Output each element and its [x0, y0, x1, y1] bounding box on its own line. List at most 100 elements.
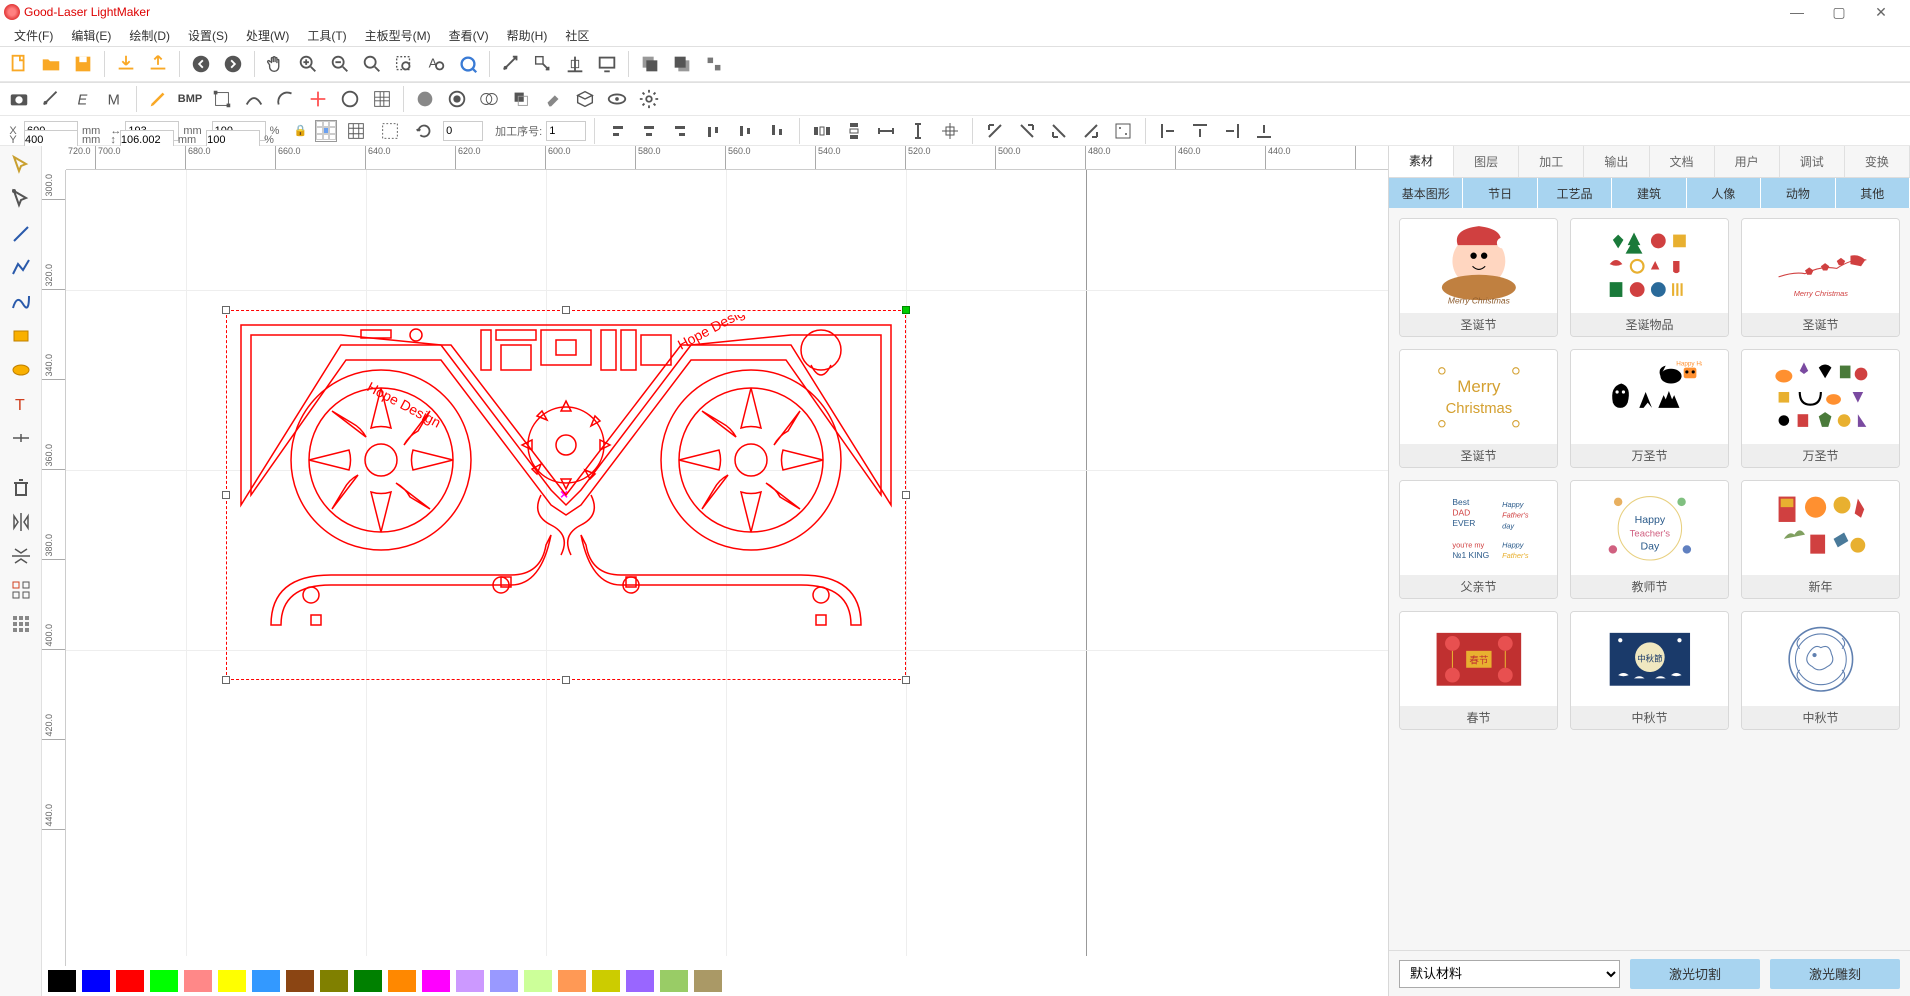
- cat-craft[interactable]: 工艺品: [1538, 178, 1612, 208]
- grid-tool[interactable]: [5, 608, 37, 640]
- tab-process[interactable]: 加工: [1519, 146, 1584, 177]
- snap-button[interactable]: [303, 84, 333, 114]
- new-file-button[interactable]: [4, 49, 34, 79]
- tab-user[interactable]: 用户: [1715, 146, 1780, 177]
- color-swatch[interactable]: [660, 970, 688, 992]
- tab-layers[interactable]: 图层: [1454, 146, 1519, 177]
- menu-community[interactable]: 社区: [557, 25, 597, 46]
- color-swatch[interactable]: [354, 970, 382, 992]
- open-file-button[interactable]: [36, 49, 66, 79]
- cat-holiday[interactable]: 节日: [1463, 178, 1537, 208]
- snap-right-button[interactable]: [1218, 118, 1246, 144]
- cat-animal[interactable]: 动物: [1761, 178, 1835, 208]
- 3d-button[interactable]: [570, 84, 600, 114]
- align-top-button[interactable]: [699, 118, 727, 144]
- grid-snap-button[interactable]: [375, 116, 405, 146]
- save-file-button[interactable]: [68, 49, 98, 79]
- tab-debug[interactable]: 调试: [1780, 146, 1845, 177]
- color-swatch[interactable]: [694, 970, 722, 992]
- color-swatch[interactable]: [422, 970, 450, 992]
- material-item[interactable]: BestDADEVERHappyFather'sdayyou're my№1 K…: [1399, 480, 1558, 599]
- angle-br-button[interactable]: [1077, 118, 1105, 144]
- color-swatch[interactable]: [456, 970, 484, 992]
- color-swatch[interactable]: [524, 970, 552, 992]
- canvas[interactable]: ×: [66, 170, 1388, 956]
- tab-doc[interactable]: 文档: [1650, 146, 1715, 177]
- curve-edit-button[interactable]: [239, 84, 269, 114]
- material-item[interactable]: Merry Christmas圣诞节: [1741, 218, 1900, 337]
- export-button[interactable]: [143, 49, 173, 79]
- space-h-button[interactable]: [872, 118, 900, 144]
- path-direction-button[interactable]: [528, 49, 558, 79]
- preview-button[interactable]: [602, 84, 632, 114]
- layer-group-button[interactable]: [699, 49, 729, 79]
- import-button[interactable]: [111, 49, 141, 79]
- distribute-h-button[interactable]: [808, 118, 836, 144]
- material-item[interactable]: Merry Christmas圣诞节: [1399, 218, 1558, 337]
- material-item[interactable]: 万圣节: [1741, 349, 1900, 468]
- color-swatch[interactable]: [592, 970, 620, 992]
- menu-draw[interactable]: 绘制(D): [121, 25, 178, 46]
- monitor-button[interactable]: [592, 49, 622, 79]
- line-tool[interactable]: [5, 218, 37, 250]
- arc-button[interactable]: [271, 84, 301, 114]
- tab-materials[interactable]: 素材: [1389, 146, 1454, 177]
- material-item[interactable]: MerryChristmas圣诞节: [1399, 349, 1558, 468]
- menu-file[interactable]: 文件(F): [6, 25, 61, 46]
- material-item[interactable]: 新年: [1741, 480, 1900, 599]
- pencil-button[interactable]: [143, 84, 173, 114]
- material-item[interactable]: 中秋節中秋节: [1570, 611, 1729, 730]
- color-swatch[interactable]: [116, 970, 144, 992]
- guide-tool[interactable]: [5, 422, 37, 454]
- transform-button[interactable]: [207, 84, 237, 114]
- angle-tr-button[interactable]: [1013, 118, 1041, 144]
- maximize-button[interactable]: ▢: [1822, 2, 1856, 22]
- color-swatch[interactable]: [626, 970, 654, 992]
- material-item[interactable]: 春节春节: [1399, 611, 1558, 730]
- close-button[interactable]: ✕: [1864, 2, 1898, 22]
- zoom-out-button[interactable]: [325, 49, 355, 79]
- align-right-button[interactable]: [667, 118, 695, 144]
- undo-button[interactable]: [186, 49, 216, 79]
- measure-button[interactable]: [1109, 118, 1137, 144]
- tab-transform[interactable]: 变换: [1845, 146, 1910, 177]
- material-gallery[interactable]: Merry Christmas圣诞节 圣诞物品 Merry Christmas圣…: [1389, 208, 1910, 950]
- text-m-button[interactable]: M: [100, 84, 130, 114]
- origin-button[interactable]: [560, 49, 590, 79]
- menu-process[interactable]: 处理(W): [238, 25, 297, 46]
- italic-button[interactable]: E: [68, 84, 98, 114]
- distribute-v-button[interactable]: [840, 118, 868, 144]
- color-swatch[interactable]: [82, 970, 110, 992]
- color-swatch[interactable]: [218, 970, 246, 992]
- zoom-text-button[interactable]: A: [421, 49, 451, 79]
- space-v-button[interactable]: [904, 118, 932, 144]
- cat-basic[interactable]: 基本图形: [1389, 178, 1463, 208]
- curve-tool[interactable]: [5, 286, 37, 318]
- circle-button[interactable]: [335, 84, 365, 114]
- material-select[interactable]: 默认材料: [1399, 960, 1620, 988]
- cat-people[interactable]: 人像: [1687, 178, 1761, 208]
- rotate-button[interactable]: [409, 116, 439, 146]
- menu-settings[interactable]: 设置(S): [180, 25, 236, 46]
- color-swatch[interactable]: [490, 970, 518, 992]
- camera-button[interactable]: [4, 84, 34, 114]
- path-offset-button[interactable]: [496, 49, 526, 79]
- select-tool[interactable]: [5, 150, 37, 182]
- tab-output[interactable]: 输出: [1584, 146, 1649, 177]
- anchor-grid[interactable]: [315, 120, 337, 142]
- color-swatch[interactable]: [558, 970, 586, 992]
- grid-show-button[interactable]: [341, 116, 371, 146]
- canvas-area[interactable]: 720.0 700.0 680.0 660.0 640.0 620.0 600.…: [42, 146, 1388, 996]
- settings-gear-button[interactable]: [634, 84, 664, 114]
- align-bottom-button[interactable]: [763, 118, 791, 144]
- color-swatch[interactable]: [48, 970, 76, 992]
- snap-left-button[interactable]: [1154, 118, 1182, 144]
- material-item[interactable]: 中秋节: [1741, 611, 1900, 730]
- menu-help[interactable]: 帮助(H): [499, 25, 556, 46]
- rotate-input[interactable]: [443, 121, 483, 141]
- angle-bl-button[interactable]: [1045, 118, 1073, 144]
- delete-tool[interactable]: [5, 472, 37, 504]
- color-swatch[interactable]: [252, 970, 280, 992]
- mirror-h-tool[interactable]: [5, 506, 37, 538]
- pan-button[interactable]: [261, 49, 291, 79]
